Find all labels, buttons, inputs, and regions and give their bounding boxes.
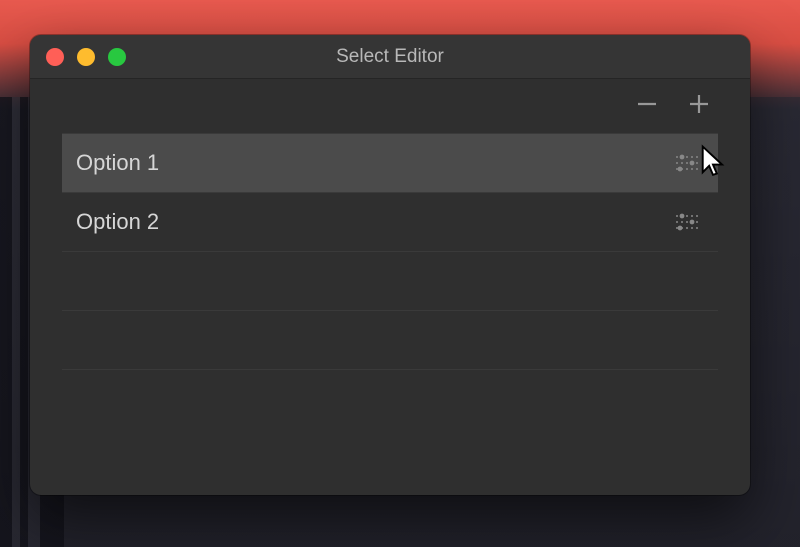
options-list: Option 1 Option 2	[30, 133, 750, 370]
option-label: Option 1	[76, 150, 159, 176]
close-button[interactable]	[46, 48, 64, 66]
minus-icon	[635, 92, 659, 121]
list-item[interactable]: Option 2	[62, 192, 718, 252]
add-option-button[interactable]	[686, 93, 712, 119]
sliders-icon[interactable]	[674, 212, 700, 232]
option-label: Option 2	[76, 209, 159, 235]
list-item[interactable]: Option 1	[62, 133, 718, 193]
minimize-button[interactable]	[77, 48, 95, 66]
remove-option-button[interactable]	[634, 93, 660, 119]
traffic-lights	[30, 48, 126, 66]
select-editor-window: Select Editor Option 1	[30, 35, 750, 495]
plus-icon	[687, 92, 711, 121]
sliders-icon[interactable]	[674, 153, 700, 173]
titlebar: Select Editor	[30, 35, 750, 79]
list-item[interactable]	[62, 310, 718, 370]
window-title: Select Editor	[30, 46, 750, 68]
maximize-button[interactable]	[108, 48, 126, 66]
list-item[interactable]	[62, 251, 718, 311]
toolbar	[30, 79, 750, 133]
